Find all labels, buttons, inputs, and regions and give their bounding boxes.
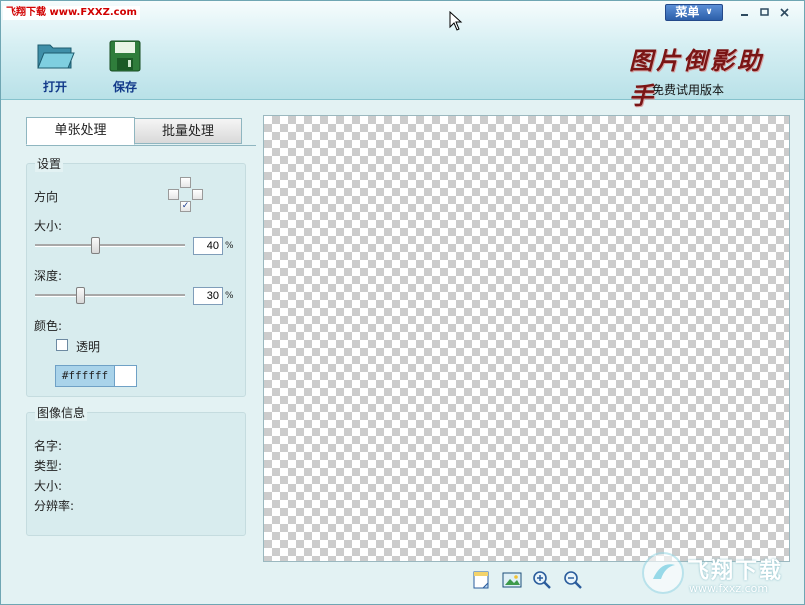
depth-slider[interactable] [35,294,185,297]
maximize-button[interactable] [757,6,771,18]
fit-image-icon [502,572,522,588]
info-type-label: 类型: [34,459,63,473]
depth-percent-sign: % [225,291,234,301]
tab-batch[interactable]: 批量处理 [134,118,242,144]
depth-label: 深度: [34,269,63,283]
direction-up[interactable] [180,177,191,188]
app-logo: 图片倒影助手 [629,41,789,110]
watermark-url: www.fxxz.com [689,582,769,595]
watermark-emblem-icon [642,552,684,594]
info-size-label: 大小: [34,479,63,493]
minimize-icon [740,13,748,16]
color-swatch-button[interactable] [114,365,137,387]
tab-single[interactable]: 单张处理 [26,117,135,145]
info-resolution-label: 分辨率: [34,499,75,513]
size-slider[interactable] [35,244,185,247]
save-button[interactable]: 保存 [101,39,149,95]
depth-input[interactable] [193,287,223,305]
watermark-brand: 飞翔下载 [687,559,784,584]
direction-label: 方向 [34,190,59,204]
edition-label: 免费试用版本 [652,83,725,97]
open-folder-icon [37,44,75,69]
new-page-icon [473,571,489,589]
direction-right[interactable] [192,189,203,200]
transparent-checkbox[interactable] [56,339,68,351]
transparent-label: 透明 [76,340,101,354]
logo-text: 图片倒影助手 [629,46,764,110]
image-canvas[interactable] [263,115,790,562]
zoom-in-icon [533,571,551,589]
chevron-down-icon: ∨ [705,7,713,17]
watermark-logo: 飞翔下载 www.fxxz.com [641,549,801,601]
color-label: 颜色: [34,319,63,333]
open-label: 打开 [42,80,67,94]
size-input[interactable] [193,237,223,255]
header-bar: 飞翔下载 www.FXXZ.com 菜单 ∨ 打开 保存 图片倒影助手 免费试用… [1,1,804,110]
size-label: 大小: [34,219,63,233]
size-percent-sign: % [225,241,234,251]
new-page-button[interactable] [470,569,492,591]
minimize-button[interactable] [737,6,751,18]
size-slider-thumb[interactable] [90,237,100,254]
settings-title: 设置 [35,155,64,172]
zoom-out-icon [564,571,582,589]
mode-tabs: 单张处理 批量处理 [26,117,256,146]
watermark-label: 飞翔下载 www.FXXZ.com [3,6,140,20]
app-window: 飞翔下载 www.FXXZ.com 菜单 ∨ 打开 保存 图片倒影助手 免费试用… [0,0,805,605]
image-info-title: 图像信息 [35,404,88,421]
save-disk-icon [109,40,141,72]
open-button[interactable]: 打开 [31,39,79,95]
close-icon [779,7,789,17]
depth-slider-thumb[interactable] [75,287,85,304]
save-label: 保存 [112,80,137,94]
zoom-out-button[interactable] [562,569,584,591]
zoom-in-button[interactable] [531,569,553,591]
info-name-label: 名字: [34,439,63,453]
mouse-cursor-icon [449,11,463,31]
menu-label: 菜单 [675,5,700,19]
menu-button[interactable]: 菜单 ∨ [665,4,723,21]
close-button[interactable] [777,6,791,18]
maximize-icon [759,7,769,16]
color-code-field[interactable]: #ffffff [55,365,115,387]
image-info-group: 图像信息 [26,404,246,536]
fit-image-button[interactable] [501,569,523,591]
direction-left[interactable] [168,189,179,200]
direction-down[interactable]: ✓ [180,201,191,212]
